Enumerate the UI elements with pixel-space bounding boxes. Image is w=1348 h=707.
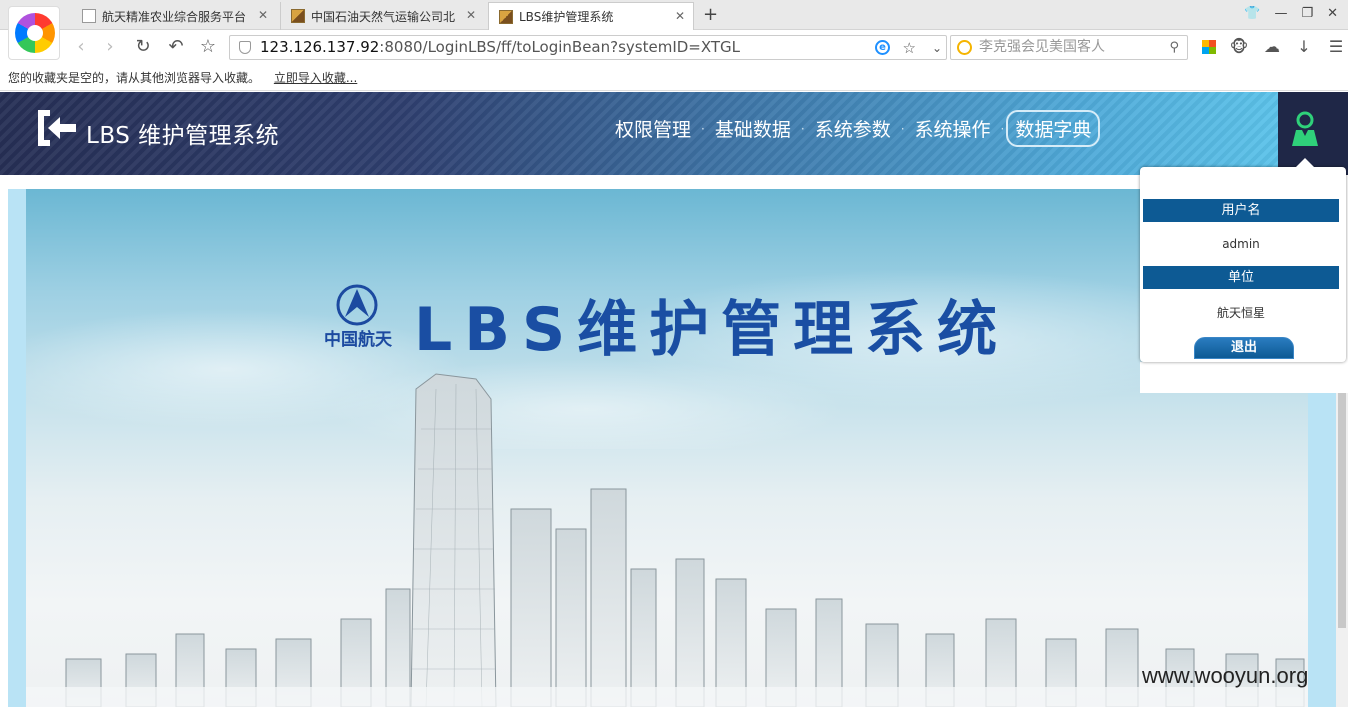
nav-item-permissions[interactable]: 权限管理 (607, 110, 699, 147)
close-tab-icon[interactable]: ✕ (258, 8, 268, 22)
username-value: admin (1222, 237, 1260, 251)
search-engine-icon (957, 40, 972, 55)
site-favicon-icon (291, 9, 305, 23)
logout-button[interactable]: 退出 (1194, 337, 1294, 359)
page-scrollbar[interactable] (1336, 393, 1348, 707)
exit-arrow-logo-icon (38, 110, 76, 146)
city-skyline-image (26, 373, 1308, 707)
close-tab-icon[interactable]: ✕ (675, 9, 685, 23)
main-nav: 权限管理 · 基础数据 · 系统参数 · 系统操作 · 数据字典 (607, 110, 1101, 147)
apps-grid-icon[interactable] (1202, 40, 1216, 54)
url-path: :8080/LoginLBS/ff/toLoginBean?systemID=X… (379, 38, 741, 56)
org-name: 中国航天 (324, 330, 392, 350)
unit-value: 航天恒星 (1216, 306, 1265, 320)
login-banner: 中国航天 LBS维护管理系统 (26, 189, 1308, 707)
favorite-star-icon[interactable]: ☆ (903, 37, 916, 60)
tab-title: 中国石油天然气运输公司北 (311, 9, 456, 24)
window-controls: 👕 — ❐ ✕ (1244, 6, 1338, 21)
minimize-icon[interactable]: — (1274, 6, 1287, 21)
bookmarks-empty-text: 您的收藏夹是空的，请从其他浏览器导入收藏。 (8, 71, 261, 85)
address-bar[interactable]: 123.126.137.92:8080/LoginLBS/ff/toLoginB… (229, 35, 947, 60)
dropdown-pointer (1295, 158, 1315, 168)
banner-title: LBS维护管理系统 (414, 295, 1010, 365)
skin-icon[interactable]: 👕 (1244, 6, 1260, 21)
browser-tab-2[interactable]: 中国石油天然气运输公司北 ✕ (280, 2, 484, 30)
bookmark-star-icon[interactable]: ☆ (197, 36, 219, 57)
search-icon[interactable]: ⚲ (1169, 36, 1179, 59)
watermark: www.wooyun.org (1142, 663, 1309, 688)
browser-tab-3[interactable]: LBS维护管理系统 ✕ (488, 2, 694, 30)
nav-separator: · (800, 121, 805, 136)
user-dropdown: 用户名 admin 单位 航天恒星 退出 (1140, 158, 1346, 393)
nav-separator: · (701, 121, 705, 136)
nav-separator: · (900, 121, 905, 136)
security-shield-icon (239, 41, 251, 54)
tab-title: LBS维护管理系统 (519, 10, 614, 24)
nav-item-data-dictionary[interactable]: 数据字典 (1006, 110, 1101, 147)
new-tab-button[interactable]: + (703, 4, 718, 25)
maximize-icon[interactable]: ❐ (1301, 6, 1313, 21)
page-icon (82, 9, 96, 23)
site-title: LBS 维护管理系统 (86, 123, 280, 149)
user-icon[interactable] (1290, 110, 1320, 148)
browser-logo-icon (15, 13, 55, 53)
browser-toolbar: ‹ › ↻ ↶ ☆ 123.126.137.92:8080/LoginLBS/f… (0, 31, 1348, 63)
site-header: LBS 维护管理系统 权限管理 · 基础数据 · 系统参数 · 系统操作 · 数… (0, 92, 1348, 175)
undo-icon[interactable]: ↶ (165, 36, 187, 57)
url-host: 123.126.137.92 (260, 38, 380, 56)
close-window-icon[interactable]: ✕ (1327, 6, 1338, 21)
unit-label: 单位 (1143, 266, 1339, 289)
cloud-icon[interactable]: ☁ (1262, 37, 1282, 56)
close-tab-icon[interactable]: ✕ (466, 8, 476, 22)
menu-icon[interactable]: ☰ (1326, 37, 1346, 56)
nav-item-basic-data[interactable]: 基础数据 (707, 110, 799, 147)
nav-separator: · (1000, 121, 1005, 136)
search-input[interactable]: 李克强会见美国客人 (979, 39, 1105, 55)
forward-icon[interactable]: › (99, 36, 121, 57)
site-favicon-icon (499, 9, 513, 24)
ie-mode-icon[interactable]: e (875, 40, 890, 55)
import-bookmarks-link[interactable]: 立即导入收藏... (274, 71, 357, 85)
scrollbar-thumb[interactable] (1338, 393, 1346, 628)
reload-icon[interactable]: ↻ (132, 36, 154, 57)
nav-item-system-params[interactable]: 系统参数 (807, 110, 899, 147)
browser-tab-bar: 航天精准农业综合服务平台 ✕ 中国石油天然气运输公司北 ✕ LBS维护管理系统 … (0, 0, 1348, 60)
chevron-down-icon[interactable]: ⌄ (932, 37, 942, 60)
bookmarks-bar: 您的收藏夹是空的，请从其他浏览器导入收藏。 立即导入收藏... (0, 64, 1348, 91)
mascot-extension-icon[interactable]: 🐵 (1229, 37, 1249, 56)
browser-logo[interactable] (8, 6, 60, 60)
download-icon[interactable]: ↓ (1294, 37, 1314, 56)
search-box[interactable]: 李克强会见美国客人 ⚲ (950, 35, 1188, 60)
browser-tab-1[interactable]: 航天精准农业综合服务平台 ✕ (72, 2, 276, 30)
nav-item-system-ops[interactable]: 系统操作 (907, 110, 999, 147)
username-label: 用户名 (1143, 199, 1339, 222)
back-icon[interactable]: ‹ (70, 36, 92, 57)
panel-backdrop (1140, 362, 1346, 393)
user-card: 用户名 admin 单位 航天恒星 退出 (1140, 158, 1346, 362)
tab-title: 航天精准农业综合服务平台 (102, 9, 247, 24)
